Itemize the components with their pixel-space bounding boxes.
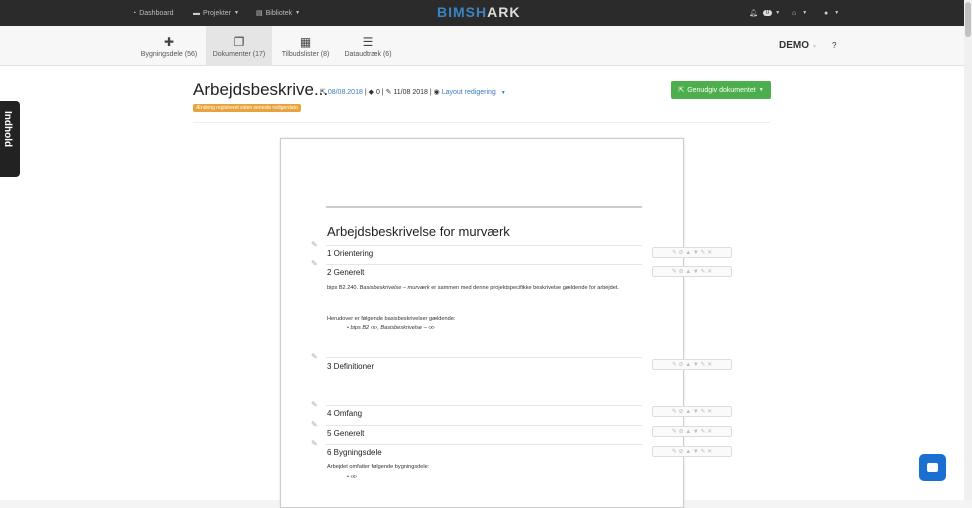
regenerate-icon: ⇱ [678, 87, 685, 94]
edited-date: 11/08 2018 [393, 89, 428, 96]
puzzle-icon: ✚ [163, 34, 175, 49]
section-title: 1 Orientering [327, 249, 374, 258]
list-item: • ‹x› [347, 474, 358, 480]
documents-icon: ❐ [233, 34, 245, 49]
section-controls[interactable]: ✎ ⊘ ▲ ▼ ✎ ✕ [652, 266, 732, 277]
chevron-down-icon: ▼ [295, 10, 301, 16]
scrollbar[interactable] [964, 0, 972, 500]
tab-label: Bygningsdele (56) [140, 50, 198, 58]
section-title: 2 Generelt [327, 268, 365, 277]
account-switcher[interactable]: DEMO ▼ [779, 40, 817, 51]
database-icon: ☰ [362, 34, 374, 49]
home-button[interactable]: ⌂ ▼ [792, 0, 807, 26]
created-date-link[interactable]: 08/08.2018 [328, 89, 363, 96]
chevron-down-icon: ▼ [812, 44, 817, 50]
section-controls[interactable]: ✎ ⊘ ▲ ▼ ✎ ✕ [652, 426, 732, 437]
section-divider [326, 444, 642, 445]
section-text: Arbejdet omfatter følgende bygningsdele: [327, 464, 430, 470]
tab-data-extract[interactable]: ☰ Dataudtræk (6) [340, 26, 396, 66]
section-title: 5 Generelt [327, 429, 365, 438]
bell-icon: 🔔︎ [749, 10, 758, 17]
nav-dashboard-label: Dashboard [139, 9, 174, 17]
scrollbar-thumb[interactable] [965, 2, 971, 37]
chevron-down-icon: ▼ [758, 87, 764, 93]
chevron-down-icon: ▼ [802, 10, 808, 16]
contents-side-tab-label: Indhold [2, 111, 13, 148]
nav-dashboard[interactable]: ◔ Dashboard [132, 0, 173, 26]
section-title: 3 Definitioner [327, 362, 375, 371]
tab-label: Dataudtræk (6) [344, 50, 392, 58]
tab-label: Tilbudslister (8) [281, 50, 330, 58]
user-menu-button[interactable]: ● ▼ [824, 0, 839, 26]
notifications-button[interactable]: 🔔︎ 0 ▼ [749, 0, 780, 26]
edit-section-icon[interactable]: ✎ [311, 240, 318, 249]
dashboard-icon: ◔ [132, 9, 137, 17]
section-controls[interactable]: ✎ ⊘ ▲ ▼ ✎ ✕ [652, 446, 732, 457]
section-divider [326, 264, 642, 265]
edit-section-icon[interactable]: ✎ [311, 439, 318, 448]
chat-icon [927, 463, 938, 472]
section-divider [326, 357, 642, 358]
page-heading: Arbejdsbeskrivelse for murværk [327, 224, 510, 239]
eye-icon: ◉ [433, 89, 440, 96]
tab-label: Dokumenter (17) [212, 50, 266, 58]
tag-icon: ◆ [368, 89, 374, 96]
top-navbar: ◔ Dashboard ▬ Projekter ▼ ▤ Bibliotek ▼ … [0, 0, 964, 26]
home-icon: ⌂ [792, 9, 797, 17]
tag-count: 0 [375, 89, 380, 96]
nav-library[interactable]: ▤ Bibliotek ▼ [256, 0, 300, 26]
regenerate-label: Genudgiv dokumentet [687, 86, 756, 94]
tab-documents[interactable]: ❐ Dokumenter (17) [206, 26, 272, 66]
chevron-down-icon: ▼ [834, 10, 840, 16]
section-text: bips B2.240. Basisbeskrivelse – murværk … [327, 285, 619, 291]
section-divider [326, 245, 642, 246]
section-controls[interactable]: ✎ ⊘ ▲ ▼ ✎ ✕ [652, 359, 732, 370]
chevron-down-icon: ▼ [234, 10, 239, 16]
section-title: 6 Bygningsdele [327, 448, 382, 457]
list-item: • bips B2 ‹x›, Basisbeskrivelse – ‹x› [347, 325, 435, 331]
edit-section-icon[interactable]: ✎ [311, 400, 318, 409]
contents-side-tab[interactable]: Indhold [0, 101, 20, 177]
nav-projects[interactable]: ▬ Projekter ▼ [193, 0, 239, 26]
divider [193, 122, 770, 123]
edit-section-icon[interactable]: ✎ [311, 352, 318, 361]
section-title: 4 Omfang [327, 409, 363, 418]
nav-library-label: Bibliotek [265, 9, 293, 17]
page-header-rule [326, 206, 642, 208]
change-warning-badge: Ændring registreret siden seneste redige… [193, 104, 301, 112]
table-icon: ▦ [299, 34, 312, 49]
share-icon: ⇱ [320, 89, 326, 96]
pencil-icon: ✎ [385, 89, 392, 96]
edit-section-icon[interactable]: ✎ [311, 420, 318, 429]
regenerate-document-button[interactable]: ⇱ Genudgiv dokumentet ▼ [671, 81, 771, 99]
section-controls[interactable]: ✎ ⊘ ▲ ▼ ✎ ✕ [652, 406, 732, 417]
chevron-down-icon: ▼ [500, 90, 506, 96]
section-divider [326, 425, 642, 426]
folder-icon: ▬ [193, 9, 200, 17]
user-icon: ● [824, 9, 829, 17]
chat-button[interactable] [919, 454, 946, 481]
help-icon[interactable]: ? [832, 41, 836, 50]
book-icon: ▤ [256, 10, 263, 17]
project-tabs-bar: ✚ Bygningsdele (56) ❐ Dokumenter (17) ▦ … [0, 26, 964, 66]
bimshark-logo[interactable]: BIMSHARK [437, 4, 520, 20]
section-controls[interactable]: ✎ ⊘ ▲ ▼ ✎ ✕ [652, 247, 732, 258]
tab-building-parts[interactable]: ✚ Bygningsdele (56) [138, 26, 200, 66]
section-divider [326, 405, 642, 406]
notifications-badge: 0 [762, 10, 773, 16]
chevron-down-icon: ▼ [775, 10, 781, 16]
document-meta: ⇱ 08/08.2018 | ◆ 0 | ✎ 11/08 2018 | ◉ La… [320, 89, 506, 96]
nav-projects-label: Projekter [203, 9, 232, 17]
document-title: Arbejdsbeskrive... [193, 80, 329, 99]
edit-section-icon[interactable]: ✎ [311, 259, 318, 268]
tab-bid-lists[interactable]: ▦ Tilbudslister (8) [278, 26, 333, 66]
layout-edit-link[interactable]: Layout redigering [442, 89, 496, 96]
